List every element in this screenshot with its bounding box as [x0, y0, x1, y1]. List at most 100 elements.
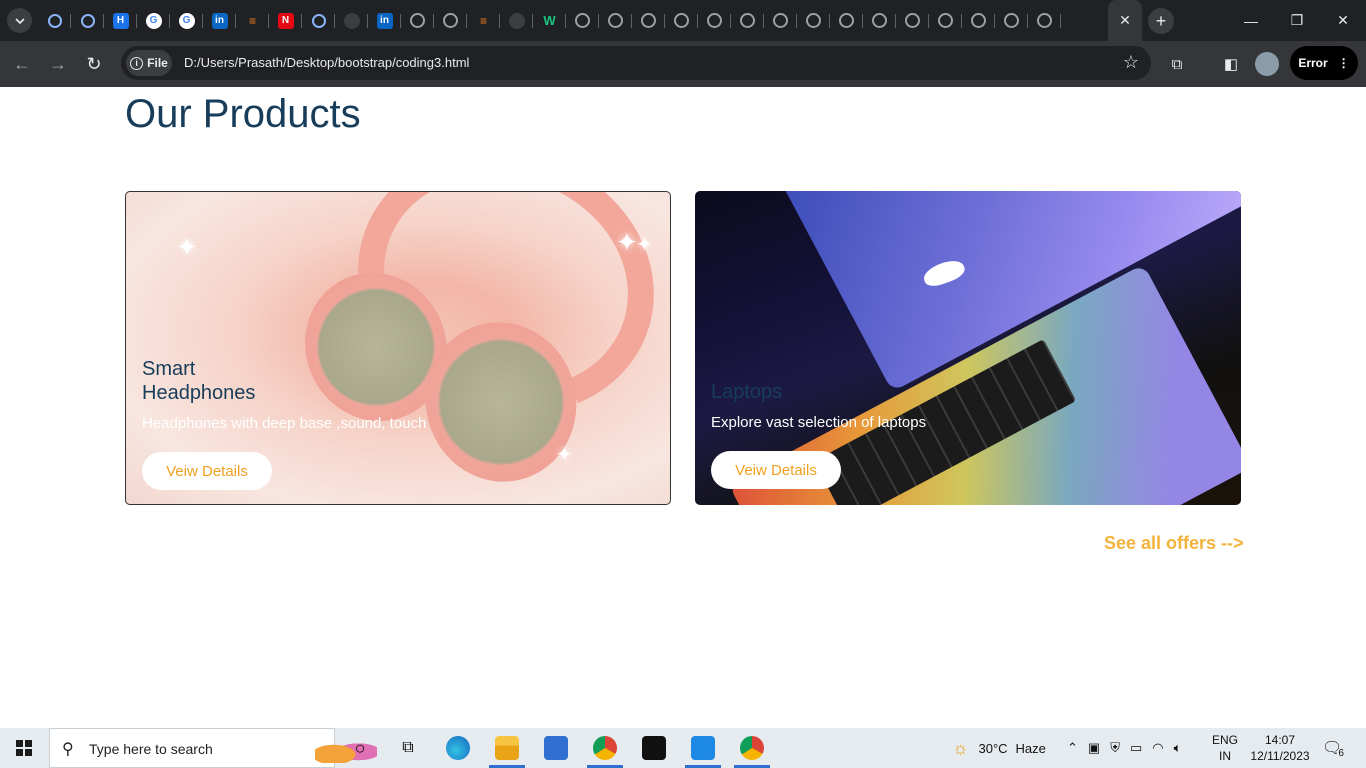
- clock-time: 14:07: [1264, 733, 1296, 747]
- browser-tab[interactable]: [38, 6, 71, 35]
- mail-app[interactable]: [532, 728, 580, 768]
- browser-tab[interactable]: [698, 6, 731, 35]
- edge-icon: [446, 736, 470, 760]
- github-icon: [343, 12, 360, 29]
- browser-tab[interactable]: [71, 6, 104, 35]
- browser-tab[interactable]: in: [203, 6, 236, 35]
- start-button[interactable]: [0, 728, 48, 768]
- browser-tab[interactable]: ≡: [467, 6, 500, 35]
- browser-tab[interactable]: [665, 6, 698, 35]
- active-tab[interactable]: ✕: [1108, 0, 1142, 41]
- tab-search-button[interactable]: [7, 8, 32, 33]
- react-icon: [311, 13, 326, 28]
- browser-tab[interactable]: [434, 6, 467, 35]
- product-card-headphones: ✦ ✦ ✦ ✦ ✦ Smart Headphones Headphones wi…: [125, 191, 671, 505]
- edge-app[interactable]: [434, 728, 482, 768]
- browser-tab[interactable]: [896, 6, 929, 35]
- browser-tab[interactable]: [401, 6, 434, 35]
- cortana-button[interactable]: ○: [336, 728, 384, 768]
- browser-tab[interactable]: [797, 6, 830, 35]
- globe-icon: [773, 13, 788, 28]
- h-icon: H: [112, 12, 129, 29]
- lang-bottom: IN: [1219, 749, 1231, 763]
- star-icon[interactable]: ☆: [1123, 52, 1139, 73]
- browser-tab[interactable]: [764, 6, 797, 35]
- clock[interactable]: 14:07 12/11/2023: [1248, 732, 1312, 764]
- globe-icon: [608, 13, 623, 28]
- clock-date: 12/11/2023: [1250, 749, 1310, 763]
- close-icon[interactable]: ✕: [1119, 12, 1131, 29]
- browser-tab[interactable]: W: [533, 6, 566, 35]
- task-view-button[interactable]: ⧉: [384, 728, 432, 768]
- reload-button[interactable]: ↻: [82, 52, 106, 76]
- browser-tab[interactable]: G: [137, 6, 170, 35]
- vscode-icon: [691, 736, 715, 760]
- chrome-app[interactable]: [728, 728, 776, 768]
- taskbar-search-box[interactable]: ⚲ Type here to search: [49, 728, 377, 768]
- security-icon[interactable]: ⛨: [1110, 740, 1120, 756]
- browser-tab[interactable]: [731, 6, 764, 35]
- browser-tab[interactable]: [632, 6, 665, 35]
- chevron-down-icon: [14, 17, 25, 24]
- see-all-offers-link[interactable]: See all offers -->: [1104, 533, 1244, 554]
- browser-tab[interactable]: [962, 6, 995, 35]
- figma-app[interactable]: [630, 728, 678, 768]
- product-card-laptops: Laptops Explore vast selection of laptop…: [695, 191, 1241, 505]
- stackoverflow-icon: ≡: [248, 13, 256, 28]
- weather-widget[interactable]: ☼ 30°C Haze: [952, 728, 1046, 768]
- globe-icon: [905, 13, 920, 28]
- puzzle-icon: ⧉: [1171, 55, 1183, 73]
- vscode-app[interactable]: [679, 728, 727, 768]
- browser-tab[interactable]: [929, 6, 962, 35]
- wifi-icon[interactable]: ◠: [1152, 740, 1163, 756]
- globe-icon: [1004, 13, 1019, 28]
- url-text[interactable]: D:/Users/Prasath/Desktop/bootstrap/codin…: [184, 55, 469, 70]
- meet-icon[interactable]: ▣: [1088, 740, 1100, 756]
- volume-icon[interactable]: 🔈︎: [1174, 740, 1182, 756]
- language-indicator[interactable]: ENG IN: [1212, 728, 1238, 768]
- new-tab-button[interactable]: +: [1148, 8, 1174, 34]
- restore-button[interactable]: ❐: [1274, 0, 1320, 41]
- minimize-button[interactable]: —: [1228, 0, 1274, 41]
- browser-tab[interactable]: [302, 6, 335, 35]
- browser-tab[interactable]: [830, 6, 863, 35]
- profile-avatar[interactable]: [1255, 52, 1279, 76]
- chrome-app[interactable]: [581, 728, 629, 768]
- forward-button[interactable]: →: [46, 52, 70, 76]
- site-info-chip[interactable]: i File: [126, 50, 172, 76]
- address-bar[interactable]: i File D:/Users/Prasath/Desktop/bootstra…: [121, 46, 1151, 80]
- browser-tab[interactable]: [335, 6, 368, 35]
- browser-tab[interactable]: G: [170, 6, 203, 35]
- chevron-up-icon[interactable]: ⌃: [1067, 740, 1078, 756]
- back-button[interactable]: ←: [10, 52, 34, 76]
- sparkle-icon: ✦: [616, 227, 638, 257]
- browser-tab[interactable]: N: [269, 6, 302, 35]
- sparkle-icon: ✦: [176, 232, 198, 262]
- globe-icon: [575, 13, 590, 28]
- profile-error-button[interactable]: Error ⋮: [1290, 46, 1358, 80]
- battery-icon[interactable]: ▭: [1130, 740, 1142, 756]
- browser-tab[interactable]: [566, 6, 599, 35]
- file-explorer-app[interactable]: [483, 728, 531, 768]
- side-panel-button[interactable]: ◧: [1219, 52, 1243, 76]
- browser-tab[interactable]: [863, 6, 896, 35]
- error-label: Error: [1298, 56, 1328, 70]
- browser-tab[interactable]: ≡: [236, 6, 269, 35]
- chrome-icon: [593, 736, 617, 760]
- browser-tab[interactable]: in: [368, 6, 401, 35]
- github-icon: [508, 12, 525, 29]
- w-icon: W: [543, 13, 556, 28]
- browser-tab[interactable]: H: [104, 6, 137, 35]
- close-window-button[interactable]: ✕: [1320, 0, 1366, 41]
- card-description: Explore vast selection of laptops: [711, 414, 927, 431]
- plus-icon: +: [1155, 10, 1167, 31]
- browser-tab[interactable]: [995, 6, 1028, 35]
- browser-tab[interactable]: [1028, 6, 1061, 35]
- browser-tab[interactable]: [599, 6, 632, 35]
- extensions-button[interactable]: ⧉: [1165, 52, 1189, 76]
- arrow-left-icon: ←: [13, 53, 31, 74]
- browser-tab[interactable]: [500, 6, 533, 35]
- view-details-button[interactable]: Veiw Details: [711, 451, 841, 489]
- view-details-button[interactable]: Veiw Details: [142, 452, 272, 490]
- notification-center-button[interactable]: 🗨︎ 6: [1322, 728, 1344, 768]
